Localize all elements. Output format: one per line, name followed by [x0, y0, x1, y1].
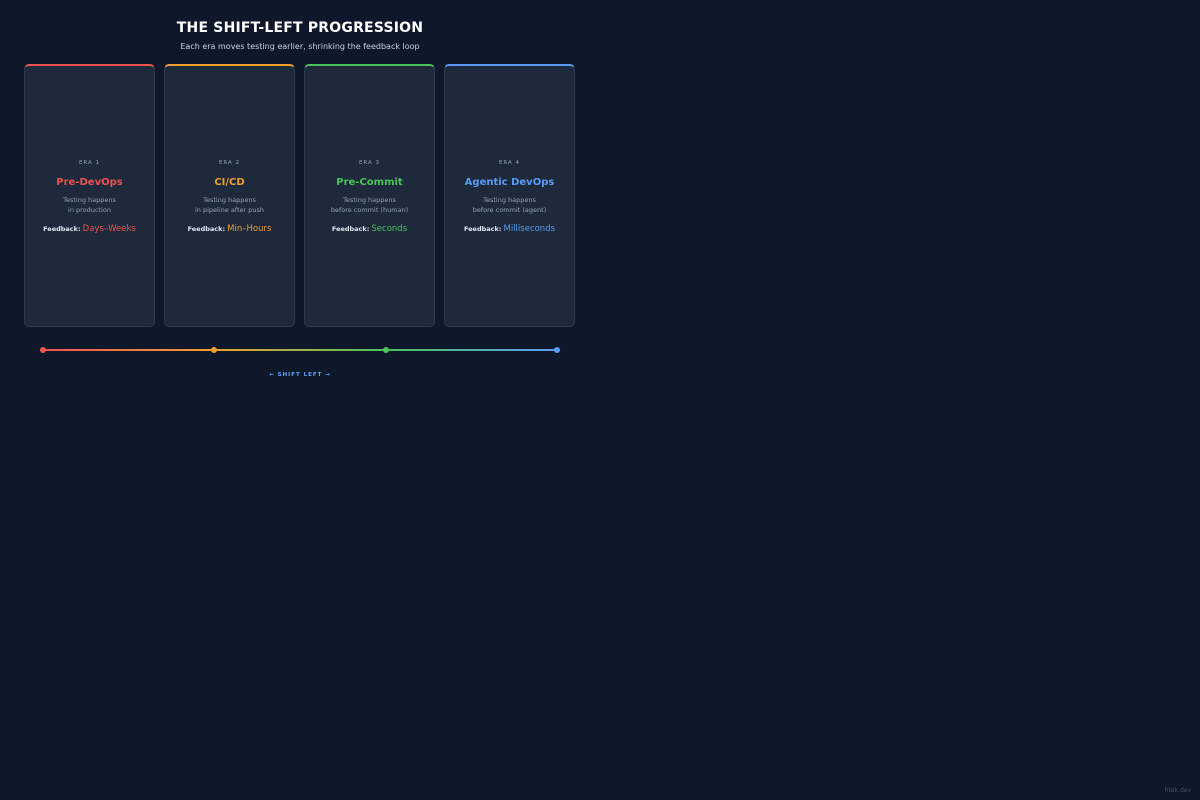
era-description: Testing happens in pipeline after push: [165, 195, 294, 215]
era-name: CI/CD: [214, 177, 245, 188]
timeline-dot-era-2: [211, 347, 217, 353]
era-description: Testing happens in production: [25, 195, 154, 215]
era-label: ERA 1: [78, 160, 101, 166]
era-description-line-1: Testing happens: [63, 196, 116, 204]
era-feedback: Feedback: Seconds: [305, 224, 434, 234]
era-description-line-1: Testing happens: [203, 196, 256, 204]
era-label: ERA 3: [358, 160, 381, 166]
era-description-line-1: Testing happens: [343, 196, 396, 204]
timeline-dot-era-1: [40, 347, 46, 353]
era-name: Pre-DevOps: [56, 177, 123, 188]
era-description: Testing happens before commit (human): [305, 195, 434, 215]
feedback-value: Days–Weeks: [82, 224, 136, 234]
era-label: ERA 2: [218, 160, 241, 166]
era-name: Pre-Commit: [336, 177, 403, 188]
watermark: htek.dev: [1164, 787, 1191, 794]
era-feedback: Feedback: Days–Weeks: [25, 224, 154, 234]
era-description-line-1: Testing happens: [483, 196, 536, 204]
page-title: THE SHIFT-LEFT PROGRESSION: [176, 20, 424, 36]
feedback-label: Feedback:: [463, 225, 502, 233]
shift-left-label: ← SHIFT LEFT →: [269, 372, 331, 378]
era-card-3: ERA 3 Pre-Commit Testing happens before …: [304, 64, 435, 327]
era-description-line-2: before commit (agent): [472, 206, 547, 214]
feedback-label: Feedback:: [331, 225, 370, 233]
feedback-label: Feedback:: [187, 225, 226, 233]
timeline-dot-era-4: [554, 347, 560, 353]
timeline-dot-era-3: [383, 347, 389, 353]
era-card-2: ERA 2 CI/CD Testing happens in pipeline …: [164, 64, 295, 327]
diagram-page: THE SHIFT-LEFT PROGRESSION Each era move…: [0, 0, 1200, 800]
era-label: ERA 4: [498, 160, 521, 166]
era-description-line-2: in pipeline after push: [194, 206, 265, 214]
era-feedback: Feedback: Milliseconds: [445, 224, 574, 234]
feedback-value: Min–Hours: [227, 224, 272, 234]
feedback-value: Seconds: [371, 224, 408, 234]
shift-timeline: [40, 347, 560, 353]
feedback-label: Feedback:: [43, 225, 81, 233]
era-description-line-2: in production: [68, 206, 111, 214]
era-card-1: ERA 1 Pre-DevOps Testing happens in prod…: [24, 64, 155, 327]
era-description: Testing happens before commit (agent): [445, 195, 574, 215]
era-card-4: ERA 4 Agentic DevOps Testing happens bef…: [444, 64, 575, 327]
feedback-value: Milliseconds: [503, 224, 556, 234]
era-name: Agentic DevOps: [464, 177, 555, 188]
era-description-line-2: before commit (human): [330, 206, 409, 214]
page-subtitle: Each era moves testing earlier, shrinkin…: [180, 42, 420, 51]
era-feedback: Feedback: Min–Hours: [165, 224, 294, 234]
